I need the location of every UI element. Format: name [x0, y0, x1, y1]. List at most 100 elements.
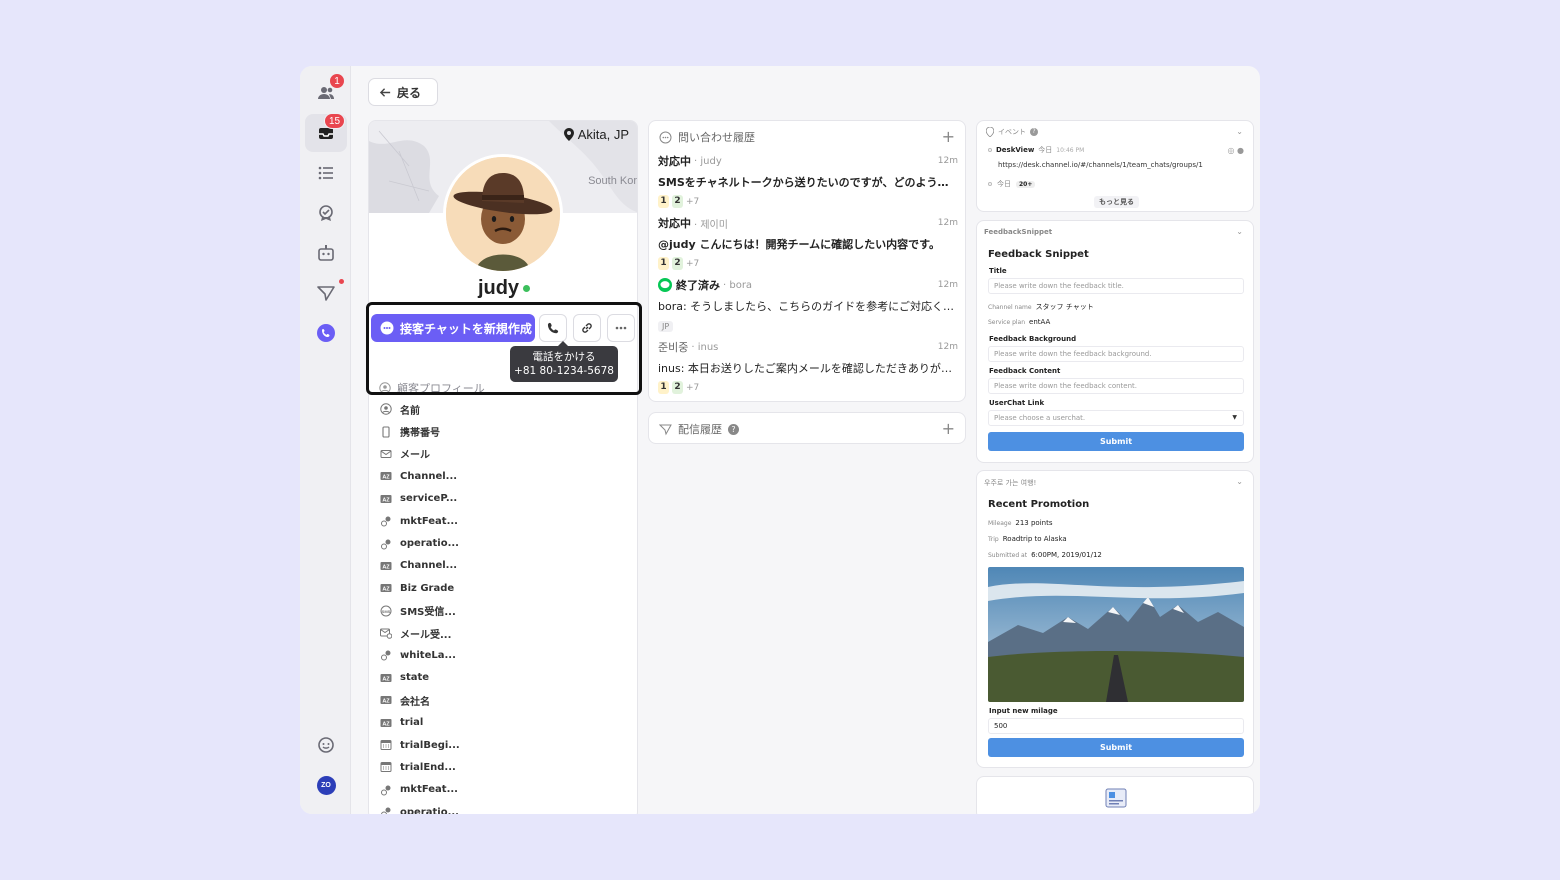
nav-campaign[interactable]: [305, 274, 347, 312]
profile-attribute-label: Channel...: [400, 470, 458, 482]
chat-history-card: 問い合わせ履歴 + 対応中 · judy 12m SMSをチャネルトークから送りたい…: [648, 120, 966, 402]
add-chat-icon[interactable]: +: [942, 127, 955, 146]
chat-bubble-icon: [380, 321, 394, 335]
profile-attribute-row[interactable]: SMS SMS受信...: [379, 600, 629, 622]
milage-input[interactable]: 500: [988, 718, 1244, 734]
profile-attribute-row[interactable]: mktFeat...: [379, 510, 629, 532]
channel-name-row: Channel name スタッフ チャット: [988, 302, 1094, 312]
call-tooltip: 電話をかける +81 80-1234-5678: [510, 341, 618, 382]
profile-attribute-label: serviceP...: [400, 493, 458, 505]
profile-attribute-row[interactable]: AZ state: [379, 667, 629, 689]
profile-attribute-row[interactable]: whiteLa...: [379, 644, 629, 666]
feedback-title-input[interactable]: Please write down the feedback title.: [988, 278, 1244, 294]
profile-attribute-label: whiteLa...: [400, 649, 456, 661]
campaign-history-card: 配信履歴 ? +: [648, 412, 966, 444]
chat-time: 12m: [937, 156, 958, 166]
add-campaign-icon[interactable]: +: [942, 419, 955, 438]
more-options-button[interactable]: [607, 314, 635, 342]
send-icon: [317, 286, 335, 301]
back-button[interactable]: 戻る: [368, 78, 438, 106]
userchat-select-placeholder: Please choose a userchat.: [994, 414, 1086, 422]
chat-item[interactable]: 終了済み · bora 12m bora: そうしましたら、こちらのガイドを参考にご…: [658, 277, 958, 333]
collapse-chevron-icon[interactable]: ⌄: [1236, 477, 1243, 486]
nav-account[interactable]: ZO: [305, 766, 347, 804]
line-logo-icon: [658, 278, 672, 292]
link-icon: [582, 323, 592, 333]
nav-people[interactable]: 1: [305, 73, 347, 112]
more-horizontal-icon: [615, 326, 627, 330]
today-row: 今日 20+: [988, 179, 1036, 189]
svg-text:AZ: AZ: [382, 699, 390, 705]
help-icon[interactable]: ?: [1030, 128, 1038, 136]
cowboy-avatar-image: [446, 157, 560, 271]
chat-preview: SMSをチャネルトークから送りたいのですが、どのようにし...: [658, 176, 958, 189]
user-circle-icon: [379, 403, 392, 416]
profile-attribute-row[interactable]: 名前: [379, 398, 629, 420]
trip-key: Trip: [988, 536, 999, 543]
chat-preview: @judy こんにちは！開発チームに確認したい内容です。: [658, 238, 941, 251]
profile-attribute-row[interactable]: メール: [379, 443, 629, 465]
chat-item[interactable]: 준비중 · inus 12m inus: 本日お送りしたご案内メールを確認しただきあ…: [658, 339, 958, 394]
profile-avatar: [443, 154, 563, 274]
chat-item[interactable]: 対応中 · 제이미 12m @judy こんにちは！開発チームに確認したい内容です。…: [658, 215, 958, 270]
profile-attribute-row[interactable]: mktFeat...: [379, 779, 629, 801]
collapse-chevron-icon[interactable]: ⌄: [1236, 227, 1243, 236]
collapse-chevron-icon[interactable]: ⌄: [1236, 127, 1243, 136]
pin-icon: [986, 127, 994, 137]
new-chat-button[interactable]: 接客チャットを新規作成: [371, 314, 535, 342]
location-text: Akita, JP: [577, 127, 629, 142]
calendar-icon: [379, 739, 392, 752]
event-row[interactable]: DeskView 今日 10:46 PM ◎ ●: [988, 145, 1244, 155]
promo-submit-button[interactable]: Submit: [988, 738, 1244, 757]
user-name: judy: [477, 277, 520, 299]
chat-preview: inus: 本日お送りしたご案内メールを確認しただきありがとう...: [658, 362, 958, 375]
profile-attribute-row[interactable]: AZ Channel...: [379, 465, 629, 487]
promotion-card: 우주로 가는 여행! ⌄ Recent Promotion Mileage 213…: [976, 470, 1254, 768]
help-icon[interactable]: ?: [728, 423, 739, 435]
chat-item[interactable]: 対応中 · judy 12m SMSをチャネルトークから送りたいのですが、どのように…: [658, 153, 958, 208]
feedback-content-input[interactable]: Please write down the feedback content.: [988, 378, 1244, 394]
mileage-row: Mileage 213 points: [988, 519, 1052, 527]
profile-attribute-row[interactable]: AZ trial: [379, 711, 629, 733]
nav-call[interactable]: [305, 314, 347, 352]
channel-name-key: Channel name: [988, 304, 1032, 311]
profile-attribute-row[interactable]: operatio...: [379, 532, 629, 554]
svg-text:AZ: AZ: [382, 721, 390, 727]
profile-attribute-row[interactable]: operatio...: [379, 801, 629, 814]
profile-attribute-row[interactable]: 携帯番号: [379, 420, 629, 442]
nav-list[interactable]: [305, 154, 347, 192]
text-type-icon: AZ: [379, 559, 392, 572]
location-tag: Akita, JP: [563, 127, 629, 142]
profile-attribute-row[interactable]: AZ Biz Grade: [379, 577, 629, 599]
more-events-button[interactable]: もっと見る: [1094, 196, 1139, 208]
feedback-background-input[interactable]: Please write down the feedback backgroun…: [988, 346, 1244, 362]
events-card: イベント ? ⌄ DeskView 今日 10:46 PM ◎ ● https:…: [976, 120, 1254, 212]
feedback-submit-button[interactable]: Submit: [988, 432, 1244, 451]
nav-tasks[interactable]: [305, 194, 347, 232]
submitted-value: 6:00PM, 2019/01/12: [1031, 551, 1102, 559]
profile-attribute-row[interactable]: メール受...: [379, 622, 629, 644]
chat-time: 12m: [937, 218, 958, 228]
service-plan-key: Service plan: [988, 319, 1026, 326]
profile-attribute-label: state: [400, 672, 430, 684]
today-count: 20+: [1016, 180, 1036, 188]
profile-attribute-row[interactable]: trialEnd...: [379, 756, 629, 778]
profile-attribute-row[interactable]: AZ serviceP...: [379, 488, 629, 510]
nav-support[interactable]: [305, 726, 347, 764]
text-type-icon: AZ: [379, 470, 392, 483]
map-region-label: South Kor: [588, 175, 637, 187]
profile-attribute-row[interactable]: trialBegi...: [379, 734, 629, 756]
svg-text:AZ: AZ: [382, 676, 390, 682]
userchat-select[interactable]: Please choose a userchat. ▼: [988, 410, 1244, 426]
profile-attribute-row[interactable]: AZ 会社名: [379, 689, 629, 711]
feedback-app-name: FeedbackSnippet: [984, 228, 1053, 236]
nav-inbox[interactable]: 15: [305, 113, 347, 152]
copy-link-button[interactable]: [573, 314, 601, 342]
document-icon: [1105, 788, 1127, 808]
call-button[interactable]: [539, 314, 567, 342]
feedback-heading: Feedback Snippet: [988, 249, 1089, 260]
chip-2: 2: [672, 381, 683, 394]
profile-attribute-row[interactable]: AZ Channel...: [379, 555, 629, 577]
title-label: Title: [989, 267, 1007, 275]
nav-bot[interactable]: [305, 234, 347, 272]
